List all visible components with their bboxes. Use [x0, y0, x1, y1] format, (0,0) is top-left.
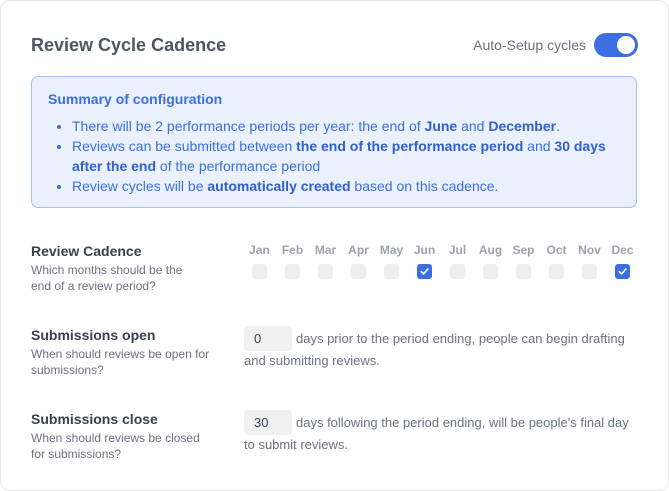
month-label: Jan	[249, 243, 270, 257]
month-checkbox-nov[interactable]	[582, 264, 597, 279]
close-description: days following the period ending, will b…	[244, 415, 629, 452]
month-checkbox-feb[interactable]	[285, 264, 300, 279]
check-icon	[420, 268, 429, 275]
month-feb: Feb	[276, 243, 309, 279]
open-label: Submissions open	[31, 327, 156, 343]
month-checkbox-may[interactable]	[384, 264, 399, 279]
month-checkbox-jan[interactable]	[252, 264, 267, 279]
summary-title: Summary of configuration	[48, 91, 223, 107]
review-cycle-cadence-card: Review Cycle Cadence Auto-Setup cycles S…	[0, 0, 669, 491]
month-label: Feb	[281, 243, 304, 257]
month-sep: Sep	[507, 243, 540, 279]
cadence-label: Review Cadence	[31, 243, 142, 259]
month-mar: Mar	[309, 243, 342, 279]
month-jul: Jul	[441, 243, 474, 279]
check-icon	[618, 268, 627, 275]
month-checkbox-dec[interactable]	[615, 264, 630, 279]
auto-setup-toggle[interactable]	[594, 33, 638, 57]
month-apr: Apr	[342, 243, 375, 279]
month-checkbox-mar[interactable]	[318, 264, 333, 279]
open-sub: When should reviews be open for submissi…	[31, 347, 210, 377]
summary-item: Reviews can be submitted between the end…	[72, 136, 620, 176]
month-jan: Jan	[243, 243, 276, 279]
month-nov: Nov	[573, 243, 606, 279]
month-label: Dec	[611, 243, 634, 257]
month-checkbox-jun[interactable]	[417, 264, 432, 279]
close-label: Submissions close	[31, 411, 158, 427]
close-sub: When should reviews be closed for submis…	[31, 431, 200, 461]
open-description: days prior to the period ending, people …	[244, 331, 625, 368]
summary-box: Summary of configuration There will be 2…	[31, 76, 637, 208]
summary-item: There will be 2 performance periods per …	[72, 116, 620, 136]
month-label: Nov	[578, 243, 601, 257]
month-oct: Oct	[540, 243, 573, 279]
month-label: Mar	[314, 243, 337, 257]
toggle-knob	[617, 36, 635, 54]
month-checkbox-oct[interactable]	[549, 264, 564, 279]
summary-item: Review cycles will be automatically crea…	[72, 176, 620, 196]
month-label: Apr	[348, 243, 369, 257]
summary-list: There will be 2 performance periods per …	[48, 116, 620, 196]
month-picker: Jan Feb Mar Apr May Jun Jul Aug Sep Oct Nov Dec	[243, 243, 639, 279]
month-may: May	[375, 243, 408, 279]
month-label: Jul	[448, 243, 467, 257]
month-checkbox-aug[interactable]	[483, 264, 498, 279]
auto-setup-control: Auto-Setup cycles	[473, 33, 638, 57]
month-label: May	[379, 243, 404, 257]
auto-setup-label: Auto-Setup cycles	[473, 37, 586, 53]
month-dec: Dec	[606, 243, 639, 279]
month-checkbox-apr[interactable]	[351, 264, 366, 279]
month-label: Jun	[413, 243, 436, 257]
close-days-input[interactable]	[244, 410, 292, 435]
month-aug: Aug	[474, 243, 507, 279]
open-days-input[interactable]	[244, 326, 292, 351]
page-title: Review Cycle Cadence	[31, 35, 227, 55]
month-checkbox-sep[interactable]	[516, 264, 531, 279]
month-label: Aug	[478, 243, 503, 257]
month-label: Sep	[512, 243, 535, 257]
month-checkbox-jul[interactable]	[450, 264, 465, 279]
month-label: Oct	[546, 243, 567, 257]
month-jun: Jun	[408, 243, 441, 279]
close-label-group: Submissions close When should reviews be…	[31, 411, 231, 462]
cadence-label-group: Review Cadence Which months should be th…	[31, 243, 231, 294]
cadence-sub: Which months should be the end of a revi…	[31, 263, 183, 293]
open-label-group: Submissions open When should reviews be …	[31, 327, 231, 378]
